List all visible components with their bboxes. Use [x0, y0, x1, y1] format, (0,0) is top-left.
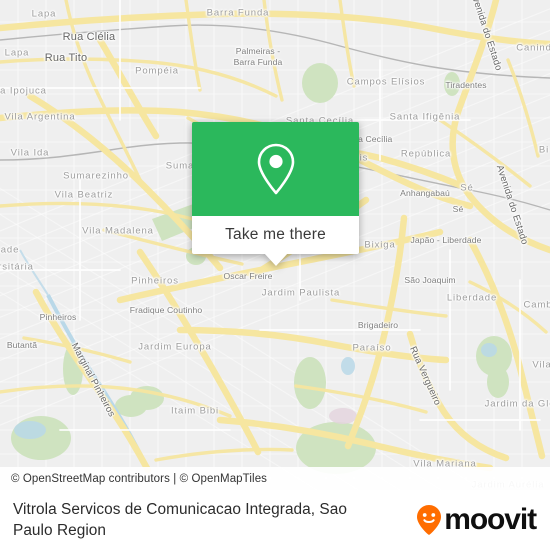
- attribution-text: © OpenStreetMap contributors | © OpenMap…: [11, 472, 268, 485]
- popup-header: [192, 122, 359, 216]
- map-screenshot: .rd { stroke:#f6e6a0; fill:none; stroke-…: [0, 0, 550, 550]
- moovit-logo[interactable]: moovit: [416, 503, 537, 536]
- moovit-smiley-pin-icon: [417, 505, 442, 535]
- popup-footer[interactable]: Take me there: [192, 216, 359, 266]
- map-attribution-bar: © OpenStreetMap contributors | © OpenMap…: [0, 467, 550, 490]
- popup-tail-pointer: [263, 253, 288, 266]
- page-title: Vitrola Servicos de Comunicacao Integrad…: [13, 501, 347, 539]
- take-me-there-label: Take me there: [225, 226, 326, 243]
- moovit-wordmark: moovit: [444, 503, 537, 536]
- page-footer: Vitrola Servicos de Comunicacao Integrad…: [0, 490, 550, 550]
- map-viewport[interactable]: .rd { stroke:#f6e6a0; fill:none; stroke-…: [0, 0, 550, 490]
- map-pin-icon: [257, 143, 294, 195]
- location-popup-card[interactable]: Take me there: [192, 122, 359, 266]
